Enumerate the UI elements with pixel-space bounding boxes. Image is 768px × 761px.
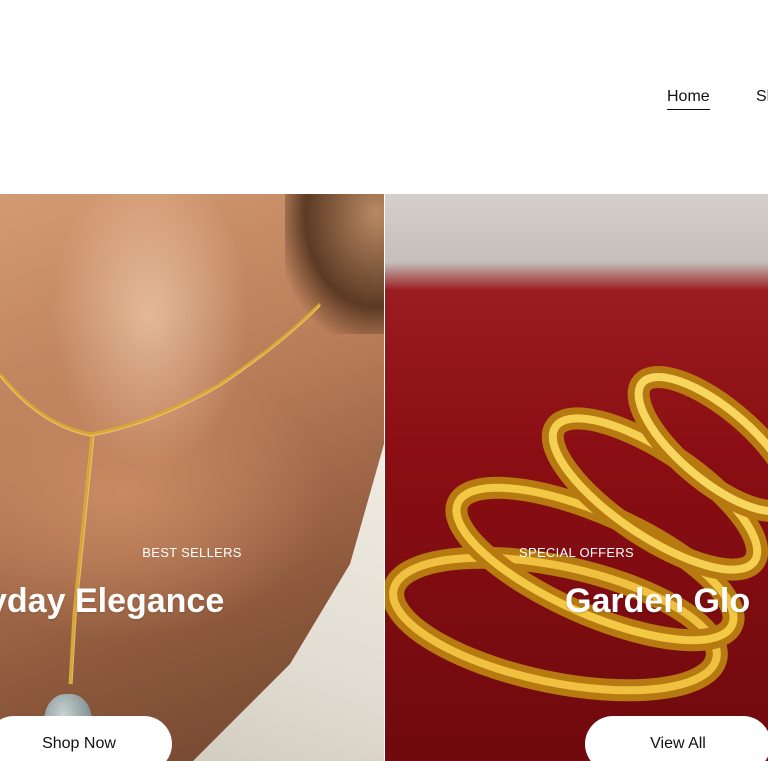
card-title: Garden Glo [565,582,751,620]
nav-link-shop[interactable]: Sh [756,88,768,106]
gold-bangles-graphic [385,365,768,702]
card-title: yday Elegance [0,582,225,620]
collection-card-special-offers[interactable]: SPECIAL OFFERS Garden Glo View All [385,194,768,761]
site-header: Home Sh [0,0,768,194]
shop-now-button[interactable]: Shop Now [0,716,172,761]
view-all-button[interactable]: View All [585,716,768,761]
gold-chain-necklace-graphic [0,302,322,685]
nav-link-home[interactable]: Home [667,88,710,110]
card-eyebrow: BEST SELLERS [142,545,242,560]
collection-card-best-sellers[interactable]: BEST SELLERS yday Elegance Shop Now [0,194,384,761]
card-eyebrow: SPECIAL OFFERS [519,545,634,560]
